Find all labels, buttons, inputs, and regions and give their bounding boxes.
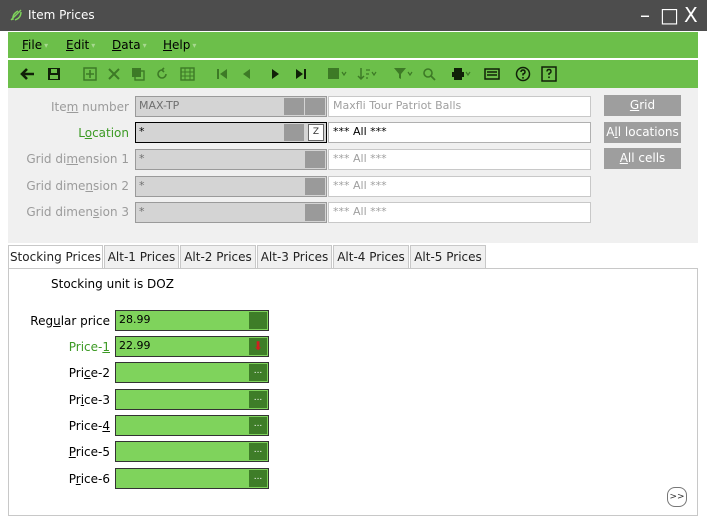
- price-1-label: Price-1: [68, 340, 110, 354]
- sort-icon[interactable]: [354, 64, 380, 84]
- grid-dimension-2-description: *** All ***: [328, 176, 591, 197]
- close-button[interactable]: X: [684, 3, 698, 27]
- help-icon[interactable]: [512, 64, 534, 84]
- save-icon[interactable]: [42, 64, 66, 84]
- regular-price-field[interactable]: 28.99: [115, 310, 269, 331]
- grid-dimension-3-lookup-button[interactable]: [305, 204, 325, 221]
- price-3-label: Price-3: [68, 393, 110, 407]
- add-icon[interactable]: [80, 64, 100, 84]
- menu-help[interactable]: Help ▾: [163, 38, 196, 52]
- next-record-icon[interactable]: [266, 64, 286, 84]
- grid-dimension-2-lookup-button[interactable]: [305, 178, 325, 195]
- tab-alt-3-prices[interactable]: Alt-3 Prices: [257, 245, 332, 269]
- grid-dimension-3-label: Grid dimension 3: [26, 205, 129, 219]
- refresh-icon[interactable]: [152, 64, 172, 84]
- price-3-lookup-button[interactable]: ...: [249, 391, 267, 408]
- item-number-lookup-button[interactable]: [305, 98, 325, 115]
- item-number-label: Item number: [51, 100, 129, 114]
- stocking-prices-panel: Stocking unit is DOZ Regular price Price…: [8, 268, 698, 516]
- all-cells-button[interactable]: All cells: [604, 148, 681, 169]
- location-label: Location: [78, 126, 129, 140]
- window-title: Item Prices: [28, 8, 95, 22]
- header-form: Item number Location Grid dimension 1 Gr…: [8, 88, 698, 243]
- grid-dimension-1-label: Grid dimension 1: [26, 152, 129, 166]
- price-5-lookup-button[interactable]: ...: [249, 443, 267, 460]
- grid-dimension-3-description: *** All ***: [328, 202, 591, 223]
- price-2-label: Price-2: [68, 366, 110, 380]
- regular-price-label: Regular price: [30, 314, 110, 328]
- delete-icon[interactable]: [104, 64, 124, 84]
- regular-price-button[interactable]: [249, 312, 267, 329]
- toolbar: [8, 60, 698, 88]
- price-5-label: Price-5: [68, 445, 110, 459]
- tab-alt-2-prices[interactable]: Alt-2 Prices: [180, 245, 256, 269]
- grid-icon[interactable]: [176, 64, 198, 84]
- grid-dimension-2-field[interactable]: *: [135, 176, 327, 197]
- location-zoom-button[interactable]: Z: [308, 124, 324, 141]
- menu-edit[interactable]: Edit ▾: [66, 38, 95, 52]
- about-icon[interactable]: [538, 64, 560, 84]
- menu-bar: File ▾ Edit ▾ Data ▾ Help ▾: [8, 32, 698, 58]
- price-4-label: Price-4: [68, 419, 110, 433]
- export-icon[interactable]: [480, 64, 504, 84]
- price-1-down-arrow-icon[interactable]: ⬇: [249, 338, 267, 355]
- minimize-button[interactable]: –: [640, 3, 650, 27]
- price-6-lookup-button[interactable]: ...: [249, 470, 267, 487]
- price-4-lookup-button[interactable]: ...: [249, 417, 267, 434]
- price-3-field[interactable]: ...: [115, 389, 269, 410]
- grid-dimension-1-description: *** All ***: [328, 149, 591, 170]
- price-6-field[interactable]: ...: [115, 468, 269, 489]
- price-6-label: Price-6: [68, 472, 110, 486]
- grid-dimension-2-label: Grid dimension 2: [26, 179, 129, 193]
- grid-dimension-1-lookup-button[interactable]: [305, 151, 325, 168]
- item-description: Maxfli Tour Patriot Balls: [328, 96, 591, 117]
- price-2-field[interactable]: ...: [115, 362, 269, 383]
- search-icon[interactable]: [418, 64, 440, 84]
- previous-record-icon[interactable]: [236, 64, 256, 84]
- grid-dimension-3-field[interactable]: *: [135, 202, 327, 223]
- location-description: *** All ***: [328, 122, 591, 143]
- expand-button[interactable]: >>: [667, 487, 687, 507]
- app-leaf-icon: [10, 9, 22, 21]
- tab-stocking-prices[interactable]: Stocking Prices: [8, 245, 103, 270]
- location-prev-button[interactable]: [284, 124, 304, 141]
- filter-icon[interactable]: [390, 64, 416, 84]
- all-locations-button[interactable]: All locations: [604, 122, 681, 143]
- item-number-prev-button[interactable]: [284, 98, 304, 115]
- layout-icon[interactable]: [324, 64, 350, 84]
- tab-alt-4-prices[interactable]: Alt-4 Prices: [333, 245, 409, 269]
- print-icon[interactable]: [448, 64, 474, 84]
- grid-button[interactable]: Grid: [604, 95, 681, 116]
- location-field[interactable]: * Z: [135, 122, 327, 143]
- last-record-icon[interactable]: [290, 64, 312, 84]
- price-4-field[interactable]: ...: [115, 415, 269, 436]
- item-number-field[interactable]: MAX-TP: [135, 96, 327, 117]
- tab-alt-5-prices[interactable]: Alt-5 Prices: [410, 245, 486, 269]
- maximize-button[interactable]: □: [660, 3, 679, 27]
- price-5-field[interactable]: ...: [115, 441, 269, 462]
- grid-dimension-1-field[interactable]: *: [135, 149, 327, 170]
- menu-file[interactable]: File ▾: [22, 38, 48, 52]
- first-record-icon[interactable]: [212, 64, 232, 84]
- back-arrow-icon[interactable]: [16, 64, 38, 84]
- price-1-field[interactable]: 22.99 ⬇: [115, 336, 269, 357]
- title-bar: Item Prices – □ X: [0, 0, 707, 31]
- copy-icon[interactable]: [128, 64, 148, 84]
- menu-data[interactable]: Data ▾: [112, 38, 147, 52]
- tab-alt-1-prices[interactable]: Alt-1 Prices: [104, 245, 179, 269]
- price-2-lookup-button[interactable]: ...: [249, 364, 267, 381]
